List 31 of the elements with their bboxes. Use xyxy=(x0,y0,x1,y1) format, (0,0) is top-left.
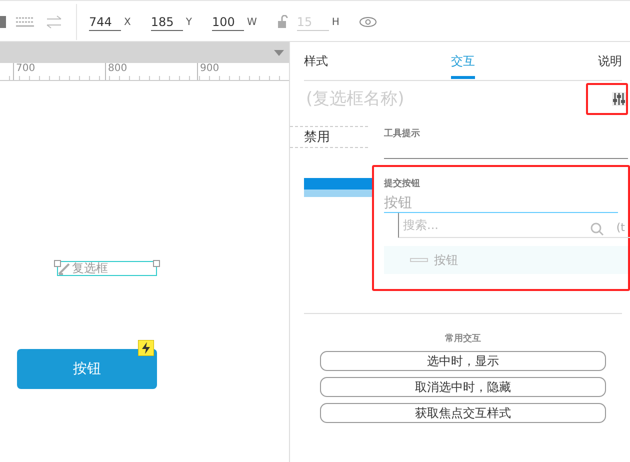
dropdown-caret-icon[interactable] xyxy=(274,50,284,56)
checkbox-icon xyxy=(58,262,70,274)
section-label: 常用交互 xyxy=(445,332,481,345)
section-label: 提交按钮 xyxy=(384,177,421,190)
dimension-field[interactable]: 744 xyxy=(89,14,121,30)
resize-handle[interactable] xyxy=(54,260,61,267)
fill-color-icon[interactable] xyxy=(0,16,6,28)
interaction-button[interactable]: 取消选中时，隐藏 xyxy=(320,377,606,397)
lightning-badge-icon xyxy=(138,340,154,356)
border-style-icon[interactable] xyxy=(14,15,36,29)
search-icon[interactable] xyxy=(590,222,604,236)
unlocked-padlock-icon[interactable] xyxy=(276,15,289,29)
panel-tab[interactable]: 说明 xyxy=(598,43,622,79)
interaction-button[interactable]: 获取焦点交互样式 xyxy=(320,403,606,423)
ruler-label: 700 xyxy=(13,63,105,80)
shortcut-hint: (t xyxy=(616,221,625,234)
field-label: Y xyxy=(186,16,192,28)
field-label: H xyxy=(332,16,340,28)
sliders-icon[interactable] xyxy=(612,92,626,106)
swap-arrows-icon[interactable] xyxy=(44,15,64,29)
eye-icon[interactable] xyxy=(359,16,378,28)
resize-handle[interactable] xyxy=(153,260,160,267)
panel-tab[interactable]: 样式 xyxy=(304,43,328,79)
field-label: X xyxy=(124,16,131,28)
section-label: 工具提示 xyxy=(384,128,421,140)
field-label: W xyxy=(246,16,257,28)
ruler-label: 900 xyxy=(197,63,289,80)
dimension-field[interactable]: 185 xyxy=(150,14,183,30)
dimension-field[interactable]: 100 xyxy=(212,14,244,30)
interaction-button[interactable]: 选中时，显示 xyxy=(320,351,606,371)
ruler-label: 800 xyxy=(105,63,197,80)
